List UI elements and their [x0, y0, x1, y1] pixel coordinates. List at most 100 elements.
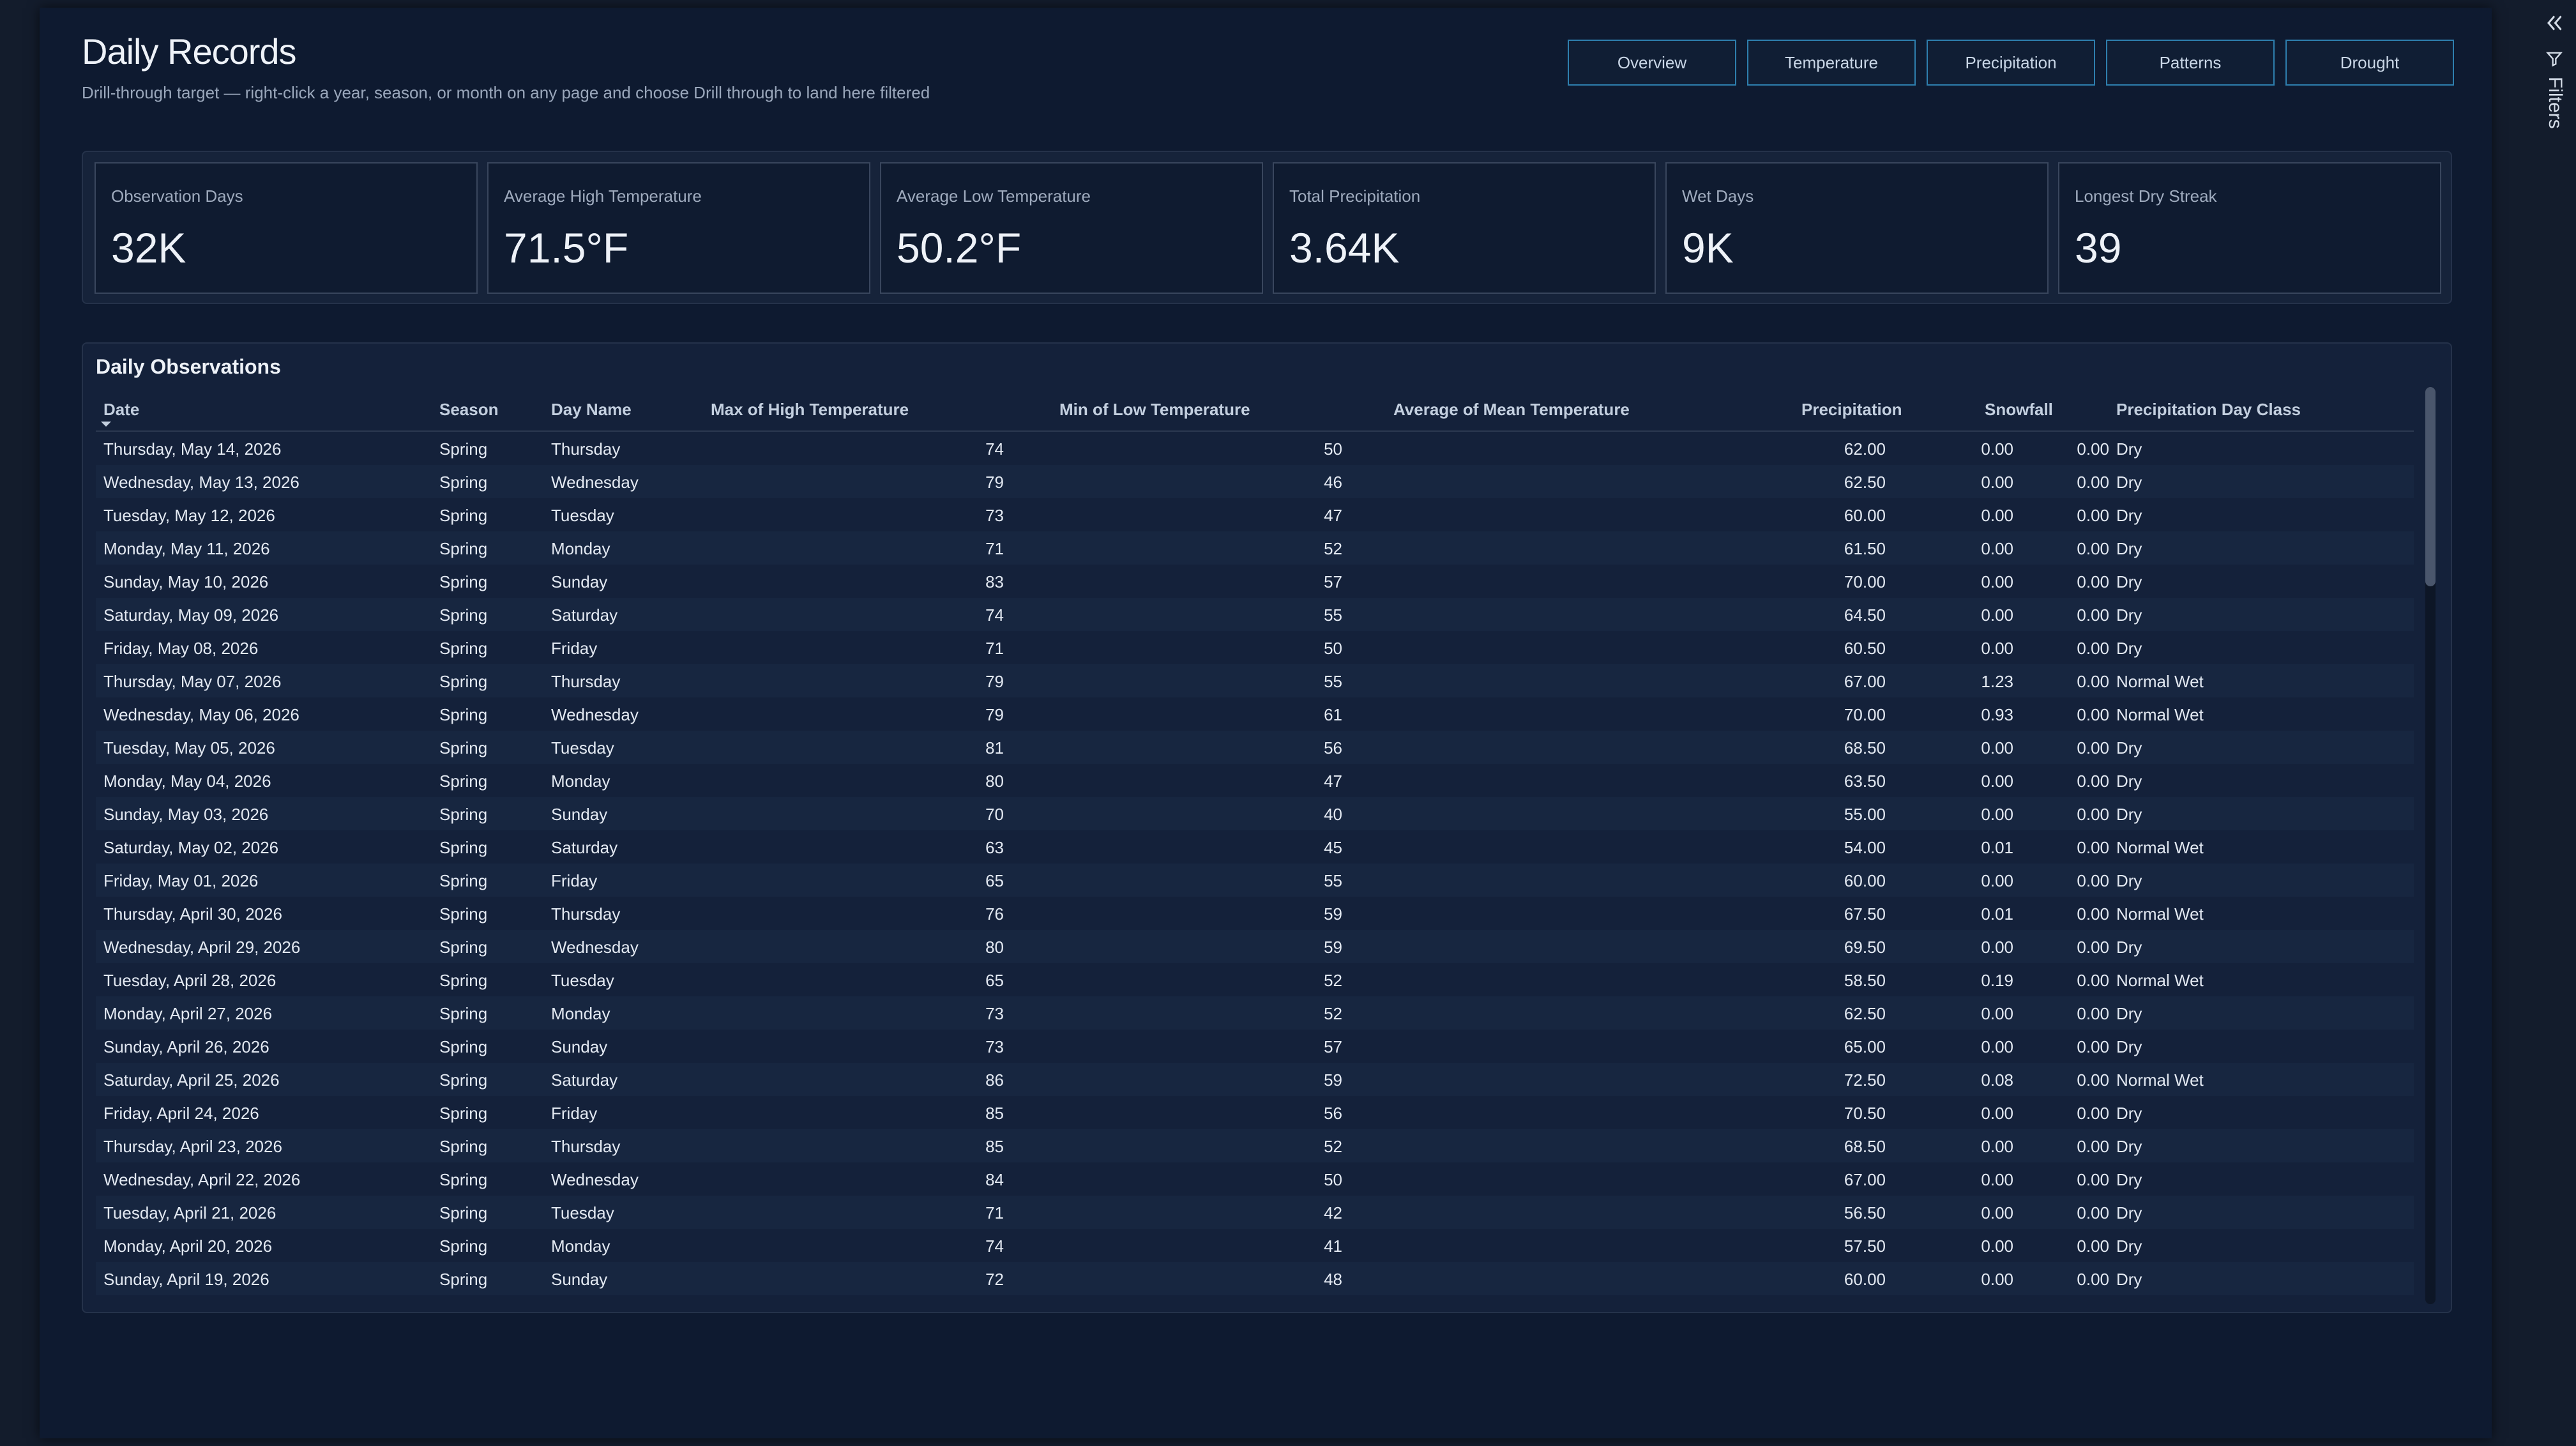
table-row[interactable]: Monday, April 20, 2026 Spring Monday 74 41 57… [96, 1229, 2414, 1262]
column-header-average-mean-temperature[interactable]: Average of Mean Temperature [1393, 400, 1630, 420]
table-scrollbar[interactable] [2425, 387, 2436, 1304]
table-row[interactable]: Thursday, April 30, 2026 Spring Thursday 76… [96, 897, 2414, 930]
cell-snowfall: 0.00 [2077, 639, 2109, 658]
cell-season: Spring [439, 805, 488, 824]
cell-snowfall: 0.00 [2077, 672, 2109, 691]
cell-snowfall: 0.00 [2077, 1104, 2109, 1123]
cell-avg-mean: 70.00 [1844, 705, 1886, 724]
cell-precip-class: Dry [2116, 1004, 2142, 1023]
cell-day-name: Thursday [551, 439, 621, 459]
cell-precip-class: Dry [2116, 1170, 2142, 1189]
cell-date: Tuesday, April 28, 2026 [103, 971, 277, 990]
cell-season: Spring [439, 1004, 488, 1023]
cell-day-name: Thursday [551, 672, 621, 691]
cell-max-high: 79 [985, 705, 1004, 724]
kpi-value: 50.2°F [897, 224, 1022, 271]
cell-season: Spring [439, 672, 488, 691]
cell-snowfall: 0.00 [2077, 772, 2109, 791]
daily-observations-table: Daily Observations Date Season Day Name … [82, 342, 2452, 1313]
table-row[interactable]: Wednesday, April 22, 2026 Spring Wednesday… [96, 1162, 2414, 1196]
cell-min-low: 42 [1324, 1203, 1342, 1222]
table-row[interactable]: Monday, May 11, 2026 Spring Monday 71 52 61.5… [96, 531, 2414, 565]
cell-precip-class: Normal Wet [2116, 1070, 2204, 1090]
cell-season: Spring [439, 871, 488, 890]
kpi-card-average-high-temperature[interactable]: Average High Temperature 71.5°F [487, 162, 870, 294]
table-row[interactable]: Sunday, April 19, 2026 Spring Sunday 72 48 60… [96, 1262, 2414, 1295]
nav-button-precipitation[interactable]: Precipitation [1927, 40, 2095, 86]
cell-date: Sunday, April 26, 2026 [103, 1037, 269, 1056]
report-page: Daily Records Drill-through target — rig… [0, 0, 2576, 1446]
column-header-min-low-temperature[interactable]: Min of Low Temperature [1059, 400, 1250, 420]
table-row[interactable]: Tuesday, April 28, 2026 Spring Tuesday 65 52… [96, 963, 2414, 996]
column-header-snowfall[interactable]: Snowfall [1985, 400, 2053, 420]
column-header-max-high-temperature[interactable]: Max of High Temperature [711, 400, 909, 420]
table-row[interactable]: Tuesday, April 21, 2026 Spring Tuesday 71 42… [96, 1196, 2414, 1229]
cell-day-name: Monday [551, 1004, 610, 1023]
nav-button-temperature[interactable]: Temperature [1747, 40, 1916, 86]
cell-avg-mean: 68.50 [1844, 738, 1886, 757]
cell-snowfall: 0.00 [2077, 1237, 2109, 1256]
table-row[interactable]: Monday, April 27, 2026 Spring Monday 73 52 62… [96, 996, 2414, 1030]
cell-date: Friday, May 01, 2026 [103, 871, 259, 890]
kpi-value: 71.5°F [504, 224, 629, 271]
cell-date: Tuesday, May 05, 2026 [103, 738, 275, 757]
kpi-label: Average High Temperature [504, 186, 702, 206]
cell-avg-mean: 72.50 [1844, 1070, 1886, 1090]
cell-date: Wednesday, May 06, 2026 [103, 705, 299, 724]
cell-precipitation: 0.01 [1981, 904, 2013, 924]
nav-button-overview[interactable]: Overview [1568, 40, 1736, 86]
table-row[interactable]: Wednesday, April 29, 2026 Spring Wednesday… [96, 930, 2414, 963]
table-row[interactable]: Friday, May 01, 2026 Spring Friday 65 55 60.0… [96, 864, 2414, 897]
table-row[interactable]: Sunday, May 03, 2026 Spring Sunday 70 40 55.0… [96, 797, 2414, 830]
table-row[interactable]: Monday, May 04, 2026 Spring Monday 80 47 63.5… [96, 764, 2414, 797]
kpi-label: Longest Dry Streak [2075, 186, 2217, 206]
column-header-precipitation-day-class[interactable]: Precipitation Day Class [2116, 400, 2301, 420]
column-header-precipitation[interactable]: Precipitation [1801, 400, 1902, 420]
kpi-card-observation-days[interactable]: Observation Days 32K [95, 162, 478, 294]
table-row[interactable]: Tuesday, May 12, 2026 Spring Tuesday 73 47 60… [96, 498, 2414, 531]
nav-button-drought[interactable]: Drought [2285, 40, 2454, 86]
nav-button-patterns[interactable]: Patterns [2106, 40, 2275, 86]
table-row[interactable]: Wednesday, May 13, 2026 Spring Wednesday 79… [96, 465, 2414, 498]
cell-precipitation: 0.00 [1981, 772, 2013, 791]
table-scrollbar-thumb[interactable] [2425, 387, 2436, 586]
kpi-card-total-precipitation[interactable]: Total Precipitation 3.64K [1273, 162, 1656, 294]
table-row[interactable]: Sunday, April 26, 2026 Spring Sunday 73 57 65… [96, 1030, 2414, 1063]
table-row[interactable]: Thursday, May 07, 2026 Spring Thursday 79 55… [96, 664, 2414, 697]
double-chevron-left-icon[interactable] [2543, 11, 2566, 34]
cell-season: Spring [439, 1104, 488, 1123]
table-row[interactable]: Saturday, May 02, 2026 Spring Saturday 63 45… [96, 830, 2414, 864]
cell-day-name: Sunday [551, 805, 608, 824]
cell-precipitation: 0.00 [1981, 1237, 2013, 1256]
table-row[interactable]: Thursday, May 14, 2026 Spring Thursday 74 50… [96, 432, 2414, 465]
table-row[interactable]: Wednesday, May 06, 2026 Spring Wednesday 79… [96, 697, 2414, 731]
cell-avg-mean: 70.00 [1844, 572, 1886, 591]
cell-precipitation: 0.00 [1981, 605, 2013, 625]
table-body: Thursday, May 14, 2026 Spring Thursday 74 50… [96, 432, 2414, 1300]
cell-avg-mean: 69.50 [1844, 938, 1886, 957]
cell-day-name: Monday [551, 772, 610, 791]
kpi-card-longest-dry-streak[interactable]: Longest Dry Streak 39 [2058, 162, 2441, 294]
cell-precipitation: 0.00 [1981, 572, 2013, 591]
filters-pane[interactable]: Filters [2534, 0, 2576, 1446]
table-row[interactable]: Friday, April 24, 2026 Spring Friday 85 56 70… [96, 1096, 2414, 1129]
table-row[interactable]: Saturday, May 09, 2026 Spring Saturday 74 55… [96, 598, 2414, 631]
cell-precipitation: 0.00 [1981, 938, 2013, 957]
table-row[interactable]: Thursday, April 23, 2026 Spring Thursday 85… [96, 1129, 2414, 1162]
cell-max-high: 73 [985, 1004, 1004, 1023]
filters-label[interactable]: Filters [2544, 77, 2566, 129]
table-row[interactable]: Saturday, April 25, 2026 Spring Saturday 86… [96, 1063, 2414, 1096]
cell-season: Spring [439, 971, 488, 990]
kpi-card-wet-days[interactable]: Wet Days 9K [1665, 162, 2049, 294]
kpi-card-average-low-temperature[interactable]: Average Low Temperature 50.2°F [880, 162, 1263, 294]
cell-precip-class: Dry [2116, 639, 2142, 658]
table-row[interactable]: Tuesday, May 05, 2026 Spring Tuesday 81 56 68… [96, 731, 2414, 764]
cell-avg-mean: 67.00 [1844, 672, 1886, 691]
column-header-season[interactable]: Season [439, 400, 499, 420]
column-header-date[interactable]: Date [103, 400, 139, 420]
table-row[interactable]: Friday, May 08, 2026 Spring Friday 71 50 60.5… [96, 631, 2414, 664]
cell-season: Spring [439, 1203, 488, 1222]
table-row[interactable]: Sunday, May 10, 2026 Spring Sunday 83 57 70.0… [96, 565, 2414, 598]
column-header-day-name[interactable]: Day Name [551, 400, 632, 420]
cell-date: Sunday, May 10, 2026 [103, 572, 269, 591]
